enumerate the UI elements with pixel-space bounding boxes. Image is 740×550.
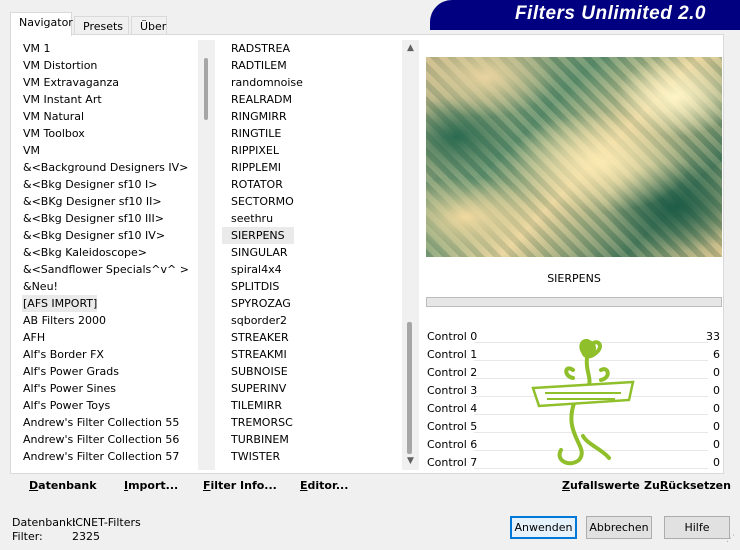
editor-button[interactable]: Editor... [300,479,348,492]
category-item[interactable]: Alf's Border FX [12,346,104,363]
control-label: Control 3 [427,384,478,397]
filter-item[interactable]: TURBINEM [222,431,289,448]
category-item[interactable]: VM Toolbox [12,125,85,142]
filter-item[interactable]: SUBNOISE [222,363,288,380]
filter-item[interactable]: STREAKMI [222,346,287,363]
category-item[interactable]: Andrew's Filter Collection 55 [12,414,179,431]
filter-item[interactable]: SIERPENS [222,227,294,244]
control-value: 6 [713,348,720,361]
control-label: Control 5 [427,420,478,433]
filter-item[interactable]: spiral4x4 [222,261,282,278]
category-item[interactable]: &<Background Designers IV> [12,159,188,176]
control-value: 0 [713,438,720,451]
filter-item[interactable]: RIPPLEMI [222,159,281,176]
category-item[interactable]: &<Bkg Designer sf10 III> [12,210,164,227]
filter-scroll-thumb[interactable] [407,322,412,454]
category-item[interactable]: &<BKg Designer sf10 II> [12,193,162,210]
database-label: Datenbank: [12,516,77,529]
control-label: Control 7 [427,456,478,469]
category-item[interactable]: &<Bkg Designer sf10 I> [12,176,158,193]
filter-item[interactable]: sqborder2 [222,312,287,329]
scroll-down-icon[interactable]: ▼ [402,456,419,466]
category-item[interactable]: &Neu! [12,278,58,295]
database-value: ICNET-Filters [72,516,141,529]
category-item[interactable]: Alf's Power Toys [12,397,110,414]
category-item[interactable]: Andrew's Filter Collection 56 [12,431,179,448]
import-button[interactable]: Import... [124,479,178,492]
filter-item[interactable]: ROTATOR [222,176,283,193]
category-item[interactable]: VM Extravaganza [12,74,119,91]
filter-item[interactable]: RINGTILE [222,125,281,142]
category-item[interactable]: VM Natural [12,108,84,125]
category-list[interactable]: VM 1 VM Distortion VM Extravaganza VM Insta… [12,40,198,470]
progress-bar [426,297,722,307]
apply-button[interactable]: Anwenden [510,516,577,539]
control-value: 33 [706,330,720,343]
filter-item[interactable]: RADTILEM [222,57,287,74]
reset-button[interactable]: ZuRücksetzen [644,479,731,492]
category-item[interactable]: VM Instant Art [12,91,102,108]
category-scroll-thumb[interactable] [204,58,208,120]
control-value: 0 [713,420,720,433]
filter-item[interactable]: TREMORSC [222,414,293,431]
filter-item[interactable]: SPYROZAG [222,295,291,312]
category-item[interactable]: Alf's Power Grads [12,363,119,380]
help-button[interactable]: Hilfe [664,516,730,539]
category-item[interactable]: AB Filters 2000 [12,312,106,329]
filter-item[interactable]: randomnoise [222,74,303,91]
filter-item[interactable]: seethru [222,210,273,227]
tab-presets[interactable]: Presets [74,16,129,36]
scroll-up-icon[interactable]: ▲ [402,43,419,53]
category-item[interactable]: Andrew's Filter Collection 57 [12,448,179,465]
filter-item[interactable]: REALRADM [222,91,292,108]
control-label: Control 0 [427,330,478,343]
tab-navigator[interactable]: Navigator [10,12,73,36]
filter-item[interactable]: RINGMIRR [222,108,287,125]
filter-item[interactable]: STREAKER [222,329,289,346]
control-value: 0 [713,456,720,469]
filter-count-value: 2325 [72,530,100,543]
category-item[interactable]: VM 1 [12,40,51,57]
category-item[interactable]: VM Distortion [12,57,97,74]
control-value: 0 [713,402,720,415]
category-item[interactable]: &<Bkg Kaleidoscope> [12,244,147,261]
brand-banner: Filters Unlimited 2.0 [430,0,740,30]
filter-item[interactable]: SINGULAR [222,244,288,261]
category-item[interactable]: VM [12,142,40,159]
category-item[interactable]: AFH [12,329,45,346]
filter-item[interactable]: SUPERINV [222,380,286,397]
filter-item[interactable]: TILEMIRR [222,397,282,414]
filter-item[interactable]: SPLITDIS [222,278,279,295]
filter-item[interactable]: RIPPIXEL [222,142,279,159]
filter-count-label: Filter: [12,530,43,543]
category-item[interactable]: [AFS IMPORT] [22,295,98,312]
resize-grip-icon[interactable]: ⋰ [726,535,738,548]
control-label: Control 4 [427,402,478,415]
filter-item[interactable]: RADSTREA [222,40,290,57]
control-label: Control 6 [427,438,478,451]
control-label: Control 2 [427,366,478,379]
database-button[interactable]: Datenbank [29,479,97,492]
flower-watermark-logo [531,338,635,466]
category-item[interactable]: &<Sandflower Specials^v^ > [12,261,189,278]
filter-item[interactable]: TWISTER [222,448,280,465]
filter-list[interactable]: RADSTREA RADTILEM randomnoise REALRADM RINGM… [222,40,402,470]
randomize-button[interactable]: Zufallswerte [562,479,640,492]
filter-info-button[interactable]: Filter Info... [203,479,277,492]
control-label: Control 1 [427,348,478,361]
category-item[interactable]: &<Bkg Designer sf10 IV> [12,227,165,244]
preview-filter-name: SIERPENS [547,272,601,285]
control-value: 0 [713,384,720,397]
control-value: 0 [713,366,720,379]
cancel-button[interactable]: Abbrechen [586,516,652,539]
filter-item[interactable]: SECTORMO [222,193,294,210]
category-item[interactable]: Alf's Power Sines [12,380,116,397]
preview-image [426,57,722,257]
app-title: Filters Unlimited 2.0 [514,3,706,24]
tab-about[interactable]: Über [131,16,167,36]
